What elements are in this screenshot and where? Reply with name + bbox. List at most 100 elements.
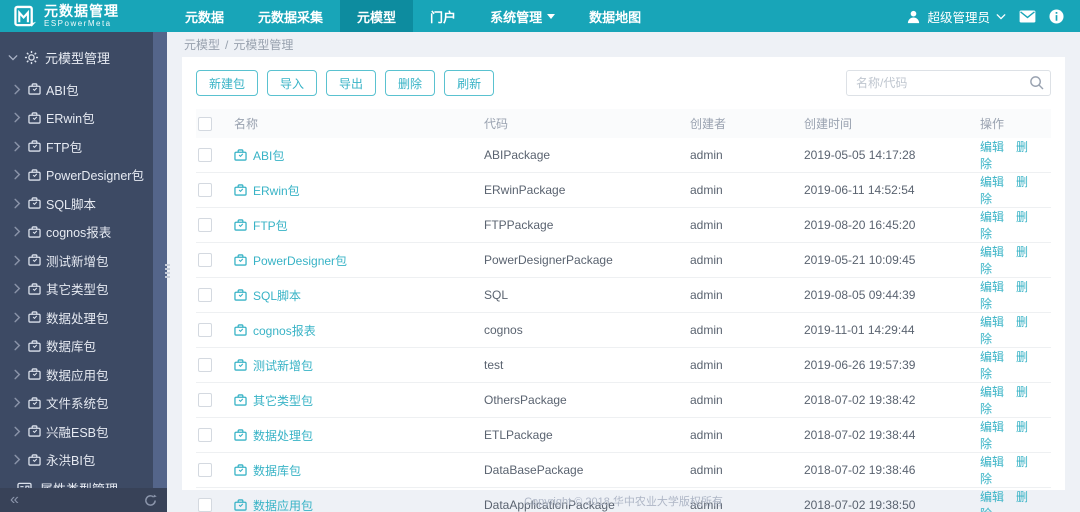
row-checkbox[interactable] xyxy=(198,463,212,478)
caret-down-icon xyxy=(8,54,18,61)
nav-item-4[interactable]: 系统管理 xyxy=(473,0,572,32)
table-header-row: 名称 代码 创建者 创建时间 操作 xyxy=(196,109,1051,138)
chevron-right-icon xyxy=(13,198,21,209)
package-name-link[interactable]: SQL脚本 xyxy=(253,287,301,304)
sidebar-item-12[interactable]: 兴融ESB包 xyxy=(0,417,167,446)
toolbar: 新建包 导入 导出 删除 刷新 xyxy=(196,70,1051,96)
package-creator: admin xyxy=(688,277,802,313)
table-row: 数据库包 DataBasePackage admin 2018-07-02 19… xyxy=(196,452,1051,488)
nav-item-label: 门户 xyxy=(430,9,457,25)
col-header-code: 代码 xyxy=(482,109,688,138)
col-header-created: 创建时间 xyxy=(802,109,978,138)
sidebar-item-4[interactable]: SQL脚本 xyxy=(0,189,167,218)
sidebar-item-5[interactable]: cognos报表 xyxy=(0,218,167,247)
chevron-right-icon xyxy=(13,397,21,408)
toolbar-button-2[interactable]: 导出 xyxy=(326,70,377,96)
sidebar-item-9[interactable]: 数据库包 xyxy=(0,332,167,361)
select-all-checkbox[interactable] xyxy=(198,116,212,131)
row-checkbox[interactable] xyxy=(198,253,212,268)
sidebar-item-11[interactable]: 文件系统包 xyxy=(0,389,167,418)
sidebar-item-8[interactable]: 数据处理包 xyxy=(0,303,167,332)
nav-item-5[interactable]: 数据地图 xyxy=(572,0,658,32)
edit-link[interactable]: 编辑 xyxy=(980,280,1004,294)
sidebar-item-0[interactable]: ABI包 xyxy=(0,75,167,104)
toolbar-button-1[interactable]: 导入 xyxy=(267,70,318,96)
collapse-sidebar-icon[interactable]: « xyxy=(10,492,19,508)
edit-link[interactable]: 编辑 xyxy=(980,210,1004,224)
refresh-icon[interactable] xyxy=(144,494,157,507)
table-row: SQL脚本 SQL admin 2019-08-05 09:44:39 编辑 删除 xyxy=(196,277,1051,313)
table-row: FTP包 FTPPackage admin 2019-08-20 16:45:2… xyxy=(196,207,1051,243)
splitter-handle[interactable] xyxy=(164,264,170,286)
toolbar-button-3[interactable]: 删除 xyxy=(385,70,436,96)
sidebar-item-attribute-types[interactable]: 属性类型管理 xyxy=(0,474,167,488)
toolbar-button-0[interactable]: 新建包 xyxy=(196,70,259,96)
package-name-link[interactable]: 数据处理包 xyxy=(253,427,313,444)
tree-item-label: cognos报表 xyxy=(46,226,112,241)
nav-item-2[interactable]: 元模型 xyxy=(340,0,414,32)
sidebar-item-6[interactable]: 测试新增包 xyxy=(0,246,167,275)
chevron-right-icon xyxy=(13,283,21,294)
sidebar-item-1[interactable]: ERwin包 xyxy=(0,104,167,133)
package-name-link[interactable]: cognos报表 xyxy=(253,322,316,339)
package-code: FTPPackage xyxy=(482,207,688,243)
mail-icon[interactable] xyxy=(1019,10,1036,23)
edit-link[interactable]: 编辑 xyxy=(980,315,1004,329)
package-icon xyxy=(234,184,247,196)
toolbar-button-4[interactable]: 刷新 xyxy=(444,70,495,96)
sidebar-item-2[interactable]: FTP包 xyxy=(0,132,167,161)
package-created: 2018-07-02 19:38:44 xyxy=(802,417,978,453)
row-checkbox[interactable] xyxy=(198,393,212,408)
nav-item-0[interactable]: 元数据 xyxy=(168,0,241,32)
username: 超级管理员 xyxy=(927,10,990,25)
nav-item-3[interactable]: 门户 xyxy=(413,0,473,32)
package-icon xyxy=(234,464,247,476)
sidebar-tree: 元模型管理 ABI包 ERwin包 FTP包 PowerDesigner包 SQ… xyxy=(0,32,167,488)
app-logo[interactable]: 元数据管理 ESPowerMeta xyxy=(0,0,168,32)
row-checkbox[interactable] xyxy=(198,183,212,198)
nav-item-1[interactable]: 元数据采集 xyxy=(241,0,340,32)
edit-link[interactable]: 编辑 xyxy=(980,175,1004,189)
sidebar-item-13[interactable]: 永洪BI包 xyxy=(0,446,167,475)
package-name-link[interactable]: 其它类型包 xyxy=(253,392,313,409)
row-checkbox[interactable] xyxy=(198,218,212,233)
row-actions: 编辑删除 xyxy=(978,382,1051,418)
row-actions: 编辑删除 xyxy=(978,312,1051,348)
row-checkbox[interactable] xyxy=(198,148,212,163)
edit-link[interactable]: 编辑 xyxy=(980,245,1004,259)
edit-link[interactable]: 编辑 xyxy=(980,385,1004,399)
search-icon[interactable] xyxy=(1029,75,1044,90)
edit-link[interactable]: 编辑 xyxy=(980,420,1004,434)
row-checkbox[interactable] xyxy=(198,323,212,338)
header-checkbox-cell xyxy=(196,109,232,138)
sidebar-item-7[interactable]: 其它类型包 xyxy=(0,275,167,304)
edit-link[interactable]: 编辑 xyxy=(980,455,1004,469)
package-code: DataBasePackage xyxy=(482,452,688,488)
row-checkbox[interactable] xyxy=(198,288,212,303)
row-checkbox[interactable] xyxy=(198,358,212,373)
info-icon[interactable] xyxy=(1049,9,1064,24)
package-name-link[interactable]: ERwin包 xyxy=(253,182,300,199)
package-creator: admin xyxy=(688,347,802,383)
package-name-link[interactable]: PowerDesigner包 xyxy=(253,252,347,269)
sidebar-root-metamodel[interactable]: 元模型管理 xyxy=(0,40,167,75)
user-menu[interactable]: 超级管理员 xyxy=(906,7,1006,26)
package-name-link[interactable]: FTP包 xyxy=(253,217,288,234)
sidebar-item-3[interactable]: PowerDesigner包 xyxy=(0,161,167,190)
package-name-link[interactable]: 数据库包 xyxy=(253,462,301,479)
sidebar-item-10[interactable]: 数据应用包 xyxy=(0,360,167,389)
tree-item-label: 文件系统包 xyxy=(46,397,109,412)
row-checkbox[interactable] xyxy=(198,428,212,443)
package-icon xyxy=(28,169,41,181)
package-name-link[interactable]: 测试新增包 xyxy=(253,357,313,374)
package-name-link[interactable]: ABI包 xyxy=(253,147,284,164)
gear-icon xyxy=(24,50,39,65)
package-icon xyxy=(28,112,41,124)
edit-link[interactable]: 编辑 xyxy=(980,350,1004,364)
package-icon xyxy=(28,311,41,323)
edit-link[interactable]: 编辑 xyxy=(980,140,1004,154)
search-input[interactable] xyxy=(846,70,1051,96)
row-actions: 编辑删除 xyxy=(978,172,1051,208)
breadcrumb-parent[interactable]: 元模型 xyxy=(184,36,220,53)
copyright-text: Copyright © 2018 华中农业大学版权所有 xyxy=(524,496,723,508)
